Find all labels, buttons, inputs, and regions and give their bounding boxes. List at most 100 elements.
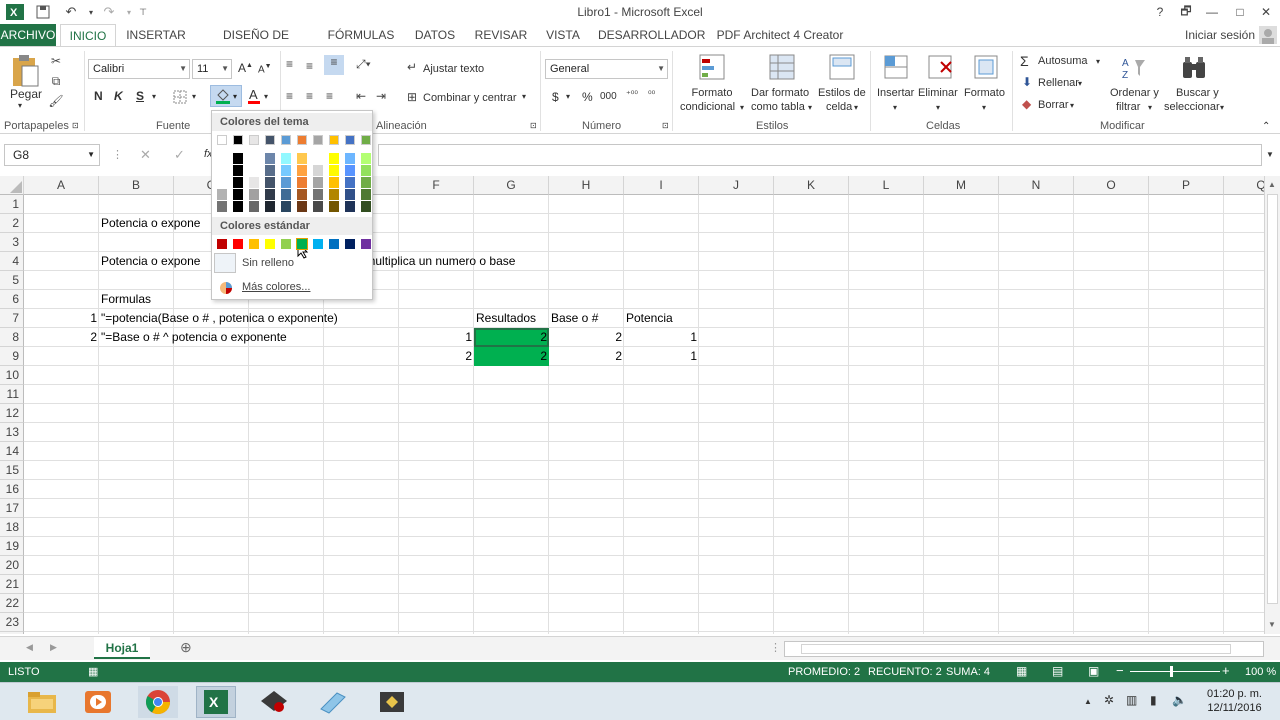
increase-indent-icon[interactable]: ⇥ bbox=[376, 89, 386, 103]
row-header-3[interactable]: 3 bbox=[0, 233, 24, 252]
formula-input[interactable] bbox=[378, 144, 1262, 166]
decrease-decimal-icon[interactable]: ⁰⁰ bbox=[648, 89, 655, 100]
tab-archivo[interactable]: ARCHIVO bbox=[0, 24, 56, 46]
cell-i8[interactable]: 1 bbox=[624, 328, 699, 347]
theme-color-shade-swatch[interactable] bbox=[249, 153, 259, 164]
column-header-p[interactable]: P bbox=[1149, 176, 1224, 195]
theme-color-shade-swatch[interactable] bbox=[361, 177, 371, 188]
theme-color-shade-swatch[interactable] bbox=[345, 165, 355, 176]
column-header-q[interactable]: Q bbox=[1224, 176, 1264, 195]
theme-color-shade-swatch[interactable] bbox=[281, 153, 291, 164]
align-left-icon[interactable]: ≡ bbox=[286, 89, 293, 103]
standard-color-swatch[interactable] bbox=[249, 239, 259, 249]
select-all-corner[interactable] bbox=[0, 176, 24, 195]
row-header-13[interactable]: 13 bbox=[0, 423, 24, 442]
font-name-combo[interactable]: Calibri ▼ bbox=[88, 59, 190, 79]
row-header-22[interactable]: 22 bbox=[0, 594, 24, 613]
row-header-4[interactable]: 4 bbox=[0, 252, 24, 271]
tab-revisar[interactable]: REVISAR bbox=[472, 24, 530, 46]
tab-formulas[interactable]: FÓRMULAS bbox=[326, 24, 396, 46]
format-cells-button[interactable]: Formato bbox=[964, 87, 1005, 99]
app-taskbar-icon[interactable] bbox=[254, 686, 294, 718]
theme-color-shade-swatch[interactable] bbox=[217, 189, 227, 200]
conditional-format-label-2[interactable]: condicional bbox=[680, 101, 735, 113]
column-header-m[interactable]: M bbox=[924, 176, 999, 195]
cell-b4[interactable]: Potencia o expone bbox=[99, 252, 202, 271]
cell-a8[interactable]: 2 bbox=[24, 328, 99, 347]
font-color-dropdown-icon[interactable]: ▾ bbox=[264, 92, 268, 101]
row-header-1[interactable]: 1 bbox=[0, 195, 24, 214]
row-header-2[interactable]: 2 bbox=[0, 214, 24, 233]
vertical-scroll-thumb[interactable] bbox=[1267, 194, 1278, 604]
decrease-indent-icon[interactable]: ⇤ bbox=[356, 89, 366, 103]
standard-color-swatch[interactable] bbox=[329, 239, 339, 249]
standard-color-swatch[interactable] bbox=[361, 239, 371, 249]
theme-color-shade-swatch[interactable] bbox=[361, 189, 371, 200]
macro-record-icon[interactable]: ▦ bbox=[88, 665, 98, 678]
spreadsheet-grid[interactable]: ABCDEFGHIJKLMNOPQ12345678910111213141516… bbox=[0, 176, 1264, 634]
row-header-12[interactable]: 12 bbox=[0, 404, 24, 423]
cell-b6[interactable]: Formulas bbox=[99, 290, 153, 309]
theme-color-swatch[interactable] bbox=[281, 135, 291, 145]
theme-color-swatch[interactable] bbox=[217, 135, 227, 145]
column-header-j[interactable]: J bbox=[699, 176, 774, 195]
cell-f9[interactable]: 2 bbox=[399, 347, 474, 366]
cell-a7[interactable]: 1 bbox=[24, 309, 99, 328]
new-sheet-icon[interactable]: ⊕ bbox=[180, 639, 192, 656]
theme-color-shade-swatch[interactable] bbox=[281, 189, 291, 200]
increase-decimal-icon[interactable]: ⁺⁰⁰ bbox=[626, 89, 638, 100]
percent-button[interactable]: % bbox=[582, 90, 593, 104]
expand-formula-bar-icon[interactable]: ▼ bbox=[1266, 150, 1274, 159]
theme-color-shade-swatch[interactable] bbox=[265, 165, 275, 176]
horizontal-scrollbar[interactable] bbox=[784, 641, 1264, 657]
no-fill-swatch[interactable] bbox=[214, 253, 236, 273]
theme-color-shade-swatch[interactable] bbox=[217, 165, 227, 176]
format-as-table-icon[interactable] bbox=[768, 53, 796, 81]
page-break-view-icon[interactable]: ▣ bbox=[1088, 664, 1099, 678]
theme-color-shade-swatch[interactable] bbox=[297, 201, 307, 212]
tab-datos[interactable]: DATOS bbox=[410, 24, 460, 46]
next-sheet-icon[interactable]: ▶ bbox=[50, 642, 57, 653]
row-header-21[interactable]: 21 bbox=[0, 575, 24, 594]
clipboard-launcher-icon[interactable]: ⊡ bbox=[72, 121, 79, 130]
fill-button[interactable]: Rellenar bbox=[1038, 77, 1079, 89]
system-clock[interactable]: 01:20 p. m. 12/11/2016 bbox=[1207, 687, 1262, 715]
fill-down-icon[interactable]: ⬇ bbox=[1022, 75, 1032, 89]
orientation-icon[interactable]: ⤢▾ bbox=[356, 57, 371, 72]
tab-diseno-pagina[interactable]: DISEÑO DE PÁGINA bbox=[200, 24, 312, 64]
find-select-label-2[interactable]: seleccionar bbox=[1164, 101, 1220, 113]
horizontal-scroll-thumb[interactable] bbox=[801, 644, 1231, 654]
theme-color-shade-swatch[interactable] bbox=[217, 153, 227, 164]
theme-color-shade-swatch[interactable] bbox=[345, 153, 355, 164]
theme-color-shade-swatch[interactable] bbox=[233, 189, 243, 200]
underline-dropdown-icon[interactable]: ▾ bbox=[152, 92, 156, 101]
theme-color-shade-swatch[interactable] bbox=[361, 165, 371, 176]
theme-color-shade-swatch[interactable] bbox=[313, 201, 323, 212]
autosum-button[interactable]: Autosuma bbox=[1038, 55, 1088, 67]
theme-color-swatch[interactable] bbox=[297, 135, 307, 145]
column-header-h[interactable]: H bbox=[549, 176, 624, 195]
tray-app-icon[interactable]: ✲ bbox=[1104, 693, 1114, 707]
theme-color-shade-swatch[interactable] bbox=[329, 201, 339, 212]
sort-filter-label-2[interactable]: filtrar bbox=[1116, 101, 1140, 113]
tab-desarrollador[interactable]: DESARROLLADOR bbox=[598, 24, 705, 46]
row-header-18[interactable]: 18 bbox=[0, 518, 24, 537]
standard-color-swatch[interactable] bbox=[345, 239, 355, 249]
theme-color-shade-swatch[interactable] bbox=[313, 189, 323, 200]
paste-label[interactable]: Pegar bbox=[10, 87, 42, 101]
cut-icon[interactable]: ✂ bbox=[48, 53, 64, 69]
row-header-17[interactable]: 17 bbox=[0, 499, 24, 518]
cell-g9[interactable]: 2 bbox=[474, 347, 549, 366]
theme-color-shade-swatch[interactable] bbox=[329, 177, 339, 188]
borders-icon[interactable] bbox=[172, 89, 188, 105]
row-header-8[interactable]: 8 bbox=[0, 328, 24, 347]
format-painter-icon[interactable]: 🖌 bbox=[48, 93, 64, 109]
theme-color-shade-swatch[interactable] bbox=[265, 189, 275, 200]
standard-color-swatch[interactable] bbox=[313, 239, 323, 249]
tab-inicio[interactable]: INICIO bbox=[60, 24, 116, 46]
align-top-icon[interactable]: ≡ bbox=[286, 57, 293, 71]
tab-vista[interactable]: VISTA bbox=[542, 24, 584, 46]
cell-styles-label-2[interactable]: celda bbox=[826, 101, 852, 113]
scroll-up-icon[interactable]: ▲ bbox=[1268, 180, 1276, 189]
column-header-k[interactable]: K bbox=[774, 176, 849, 195]
